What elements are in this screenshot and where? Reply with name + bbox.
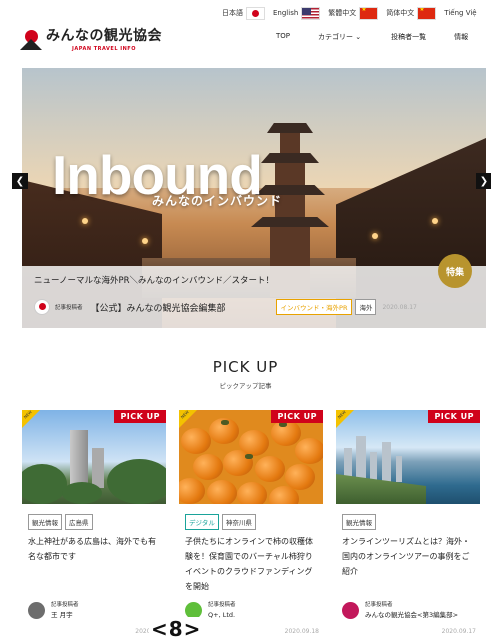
author-name[interactable]: 王 月宇 bbox=[51, 610, 79, 620]
tag-hiroshima[interactable]: 広島県 bbox=[65, 514, 93, 530]
logo-subtitle: JAPAN TRAVEL INFO bbox=[72, 46, 136, 52]
logo-mountain-sun-icon bbox=[20, 28, 42, 50]
pickup-heading: PICK UP bbox=[212, 358, 279, 376]
tag-inbound[interactable]: インバウンド・海外PR bbox=[275, 299, 353, 315]
lang-label: Tiếng Việ bbox=[444, 9, 477, 17]
nav-info[interactable]: 情報 bbox=[454, 32, 468, 42]
card-image[interactable]: NEW PICK UP bbox=[22, 410, 166, 504]
chevron-right-icon: ❯ bbox=[479, 175, 489, 187]
nav-category[interactable]: カテゴリー ⌄ bbox=[318, 32, 361, 42]
hero-title[interactable]: ニューノーマルな海外PR＼みんなのインバウンド／スタート！ bbox=[34, 274, 274, 286]
us-flag-icon bbox=[301, 6, 321, 20]
lang-label: English bbox=[273, 9, 299, 17]
hero-date: 2020.08.17 bbox=[382, 303, 417, 311]
author-name[interactable]: みんなの観光協会<第3編集部> bbox=[365, 610, 458, 620]
logo-name: みんなの観光協会 bbox=[46, 28, 162, 44]
lang-english[interactable]: English bbox=[273, 6, 321, 20]
hero-author[interactable]: 【公式】みんなの観光協会編集部 bbox=[91, 301, 226, 314]
author-name[interactable]: Q+, Ltd. bbox=[208, 610, 236, 620]
lang-traditional-chinese[interactable]: 繁體中文 bbox=[328, 6, 379, 20]
pickup-ribbon: PICK UP bbox=[428, 410, 480, 423]
main-nav: TOP カテゴリー ⌄ 投稿者一覧 情報 bbox=[276, 32, 491, 42]
pickup-card[interactable]: NEW PICK UP デジタル 神奈川県 子供たちにオンラインで柿の収穫体験を… bbox=[179, 410, 323, 641]
card-title[interactable]: 子供たちにオンラインで柿の収穫体験を！保育園でのバーチャル柿狩りイベントのクラウ… bbox=[185, 534, 317, 594]
hero-caption: ニューノーマルな海外PR＼みんなのインバウンド／スタート！ 特集 記事投稿者 【… bbox=[22, 254, 486, 328]
author-label: 記事投稿者 bbox=[208, 602, 236, 608]
author-avatar bbox=[28, 602, 45, 619]
card-title[interactable]: 水上神社がある広島は、海外でも有名な都市です bbox=[28, 534, 160, 564]
card-title[interactable]: オンラインツーリズムとは？海外・国内のオンラインツアーの事例をご紹介 bbox=[342, 534, 474, 579]
hero-headline-sub: みんなのインバウンド bbox=[152, 194, 283, 208]
nav-authors[interactable]: 投稿者一覧 bbox=[391, 32, 426, 42]
lang-label: 繁體中文 bbox=[328, 9, 357, 17]
chevron-left-icon: ❮ bbox=[15, 175, 25, 187]
author-avatar bbox=[342, 602, 359, 619]
tag-tourism[interactable]: 観光情報 bbox=[28, 514, 62, 530]
feature-badge: 特集 bbox=[438, 254, 472, 288]
pickup-card[interactable]: NEW PICK UP 観光情報 広島県 水上神社がある広島は、海外でも有名な都… bbox=[22, 410, 166, 641]
lang-simplified-chinese[interactable]: 简体中文 bbox=[386, 6, 437, 20]
tag-kanagawa[interactable]: 神奈川県 bbox=[221, 514, 256, 530]
language-bar: 日本語 English 繁體中文 简体中文 Tiếng Việ bbox=[222, 5, 491, 21]
japan-flag-icon bbox=[246, 6, 265, 20]
author-label: 記事投稿者 bbox=[51, 602, 79, 608]
slider-prev-button[interactable]: ❮ bbox=[12, 173, 28, 189]
card-date: 2020.09.17 bbox=[441, 628, 476, 635]
tag-overseas[interactable]: 海外 bbox=[355, 299, 377, 315]
tag-tourism[interactable]: 観光情報 bbox=[342, 514, 376, 530]
pickup-ribbon: PICK UP bbox=[271, 410, 323, 423]
author-label: 記事投稿者 bbox=[365, 602, 393, 608]
author-avatar bbox=[34, 299, 50, 315]
pickup-ribbon: PICK UP bbox=[114, 410, 166, 423]
page-indicator: <8> bbox=[149, 617, 204, 641]
hero-slide[interactable]: Inbound みんなのインバウンド ニューノーマルな海外PR＼みんなのインバウ… bbox=[22, 68, 486, 328]
china-flag-icon bbox=[359, 6, 379, 20]
tag-digital[interactable]: デジタル bbox=[185, 514, 219, 530]
card-image[interactable]: NEW PICK UP bbox=[179, 410, 323, 504]
china-flag-icon bbox=[417, 6, 437, 20]
lang-japanese[interactable]: 日本語 bbox=[222, 6, 265, 20]
card-date: 2020.09.18 bbox=[284, 628, 319, 635]
author-label: 記事投稿者 bbox=[55, 305, 83, 311]
card-image[interactable]: NEW PICK UP bbox=[336, 410, 480, 504]
lang-label: 简体中文 bbox=[386, 9, 415, 17]
pickup-subheading: ピックアップ記事 bbox=[219, 382, 272, 390]
slider-next-button[interactable]: ❯ bbox=[476, 173, 491, 189]
nav-top[interactable]: TOP bbox=[276, 32, 290, 42]
lang-label: 日本語 bbox=[222, 9, 243, 17]
pickup-card[interactable]: NEW PICK UP 観光情報 オンラインツーリズムとは？海外・国内のオンライ… bbox=[336, 410, 480, 641]
site-logo[interactable]: みんなの観光協会 JAPAN TRAVEL INFO bbox=[20, 25, 162, 52]
lang-vietnamese[interactable]: Tiếng Việ bbox=[444, 9, 476, 17]
